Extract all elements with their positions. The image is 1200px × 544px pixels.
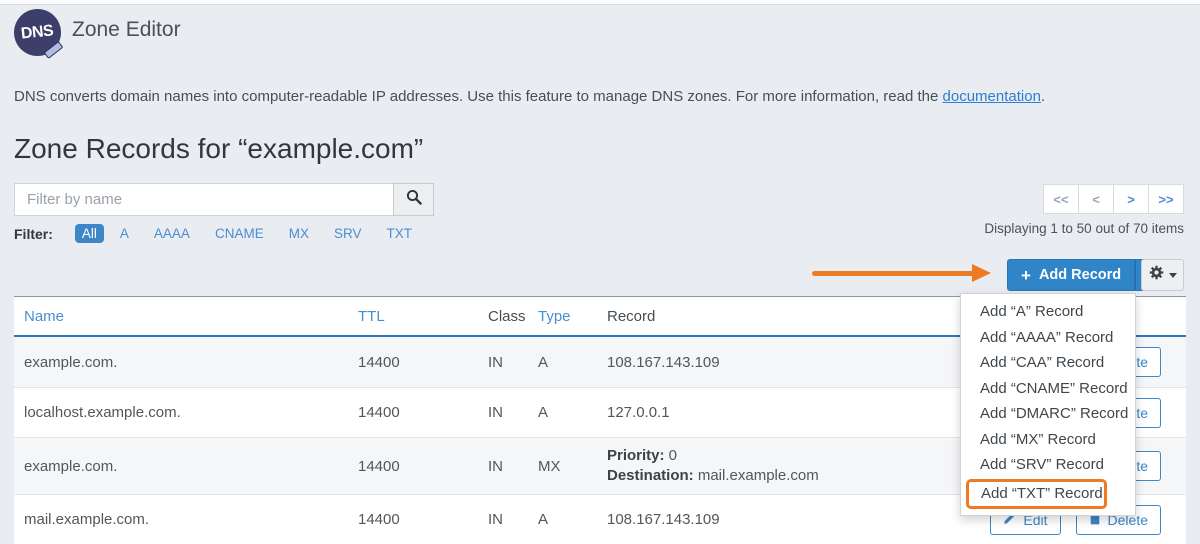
- column-header-name[interactable]: Name: [14, 308, 358, 325]
- record-destination-label: Destination:: [607, 467, 694, 484]
- intro-text: DNS converts domain names into computer-…: [14, 88, 1186, 105]
- top-strip: [0, 0, 1200, 5]
- magnifier-icon: [406, 189, 422, 210]
- menu-item-add-caa-record[interactable]: Add “CAA” Record: [961, 350, 1135, 376]
- dns-logo-icon: DNS: [14, 9, 61, 56]
- intro-suffix: .: [1041, 88, 1045, 105]
- column-header-class: Class: [488, 308, 538, 325]
- filter-by-name-input[interactable]: [14, 183, 393, 216]
- record-name: example.com.: [14, 354, 358, 371]
- documentation-link[interactable]: documentation: [943, 88, 1041, 105]
- search-button[interactable]: [393, 183, 434, 216]
- record-priority-label: Priority:: [607, 447, 665, 464]
- add-record-dropdown-menu: Add “A” Record Add “AAAA” Record Add “CA…: [960, 293, 1136, 516]
- menu-item-add-mx-record[interactable]: Add “MX” Record: [961, 427, 1135, 453]
- record-type: A: [538, 354, 607, 371]
- plus-icon: +: [1021, 267, 1031, 284]
- menu-item-add-cname-record[interactable]: Add “CNAME” Record: [961, 376, 1135, 402]
- zone-editor-page: DNS Zone Editor DNS converts domain name…: [0, 0, 1200, 544]
- app-title: Zone Editor: [72, 18, 181, 42]
- dns-logo-text: DNS: [21, 22, 55, 43]
- filter-aaaa-link[interactable]: AAAA: [154, 226, 190, 241]
- page-first-button[interactable]: <<: [1043, 184, 1079, 214]
- annotation-arrow: [812, 271, 975, 276]
- page-next-button[interactable]: >: [1113, 184, 1149, 214]
- add-record-button[interactable]: + Add Record: [1007, 259, 1135, 291]
- record-priority-value: 0: [665, 447, 678, 464]
- record-ttl: 14400: [358, 404, 488, 421]
- record-ttl: 14400: [358, 511, 488, 528]
- record-ttl: 14400: [358, 458, 488, 475]
- record-destination-value: mail.example.com: [694, 467, 819, 484]
- pagination: << < > >>: [1044, 184, 1184, 214]
- filter-srv-link[interactable]: SRV: [334, 226, 362, 241]
- record-class: IN: [488, 458, 538, 475]
- record-name: example.com.: [14, 458, 358, 475]
- filter-a-link[interactable]: A: [120, 226, 129, 241]
- menu-item-add-aaaa-record[interactable]: Add “AAAA” Record: [961, 325, 1135, 351]
- record-type: A: [538, 404, 607, 421]
- record-class: IN: [488, 404, 538, 421]
- menu-item-add-a-record[interactable]: Add “A” Record: [961, 299, 1135, 325]
- add-record-split-button: + Add Record: [1007, 259, 1162, 291]
- column-header-ttl[interactable]: TTL: [358, 308, 488, 325]
- record-class: IN: [488, 511, 538, 528]
- gear-icon: [1149, 265, 1164, 285]
- filter-cname-link[interactable]: CNAME: [215, 226, 264, 241]
- page-prev-button[interactable]: <: [1078, 184, 1114, 214]
- intro-body: DNS converts domain names into computer-…: [14, 88, 943, 105]
- record-name: mail.example.com.: [14, 511, 358, 528]
- filter-label: Filter:: [14, 226, 53, 242]
- filter-mx-link[interactable]: MX: [289, 226, 309, 241]
- record-name: localhost.example.com.: [14, 404, 358, 421]
- page-title: Zone Records for “example.com”: [14, 133, 423, 165]
- record-ttl: 14400: [358, 354, 488, 371]
- menu-item-add-dmarc-record[interactable]: Add “DMARC” Record: [961, 401, 1135, 427]
- record-class: IN: [488, 354, 538, 371]
- filter-row: Filter: All A AAAA CNAME MX SRV TXT: [14, 224, 437, 243]
- add-record-label: Add Record: [1039, 267, 1121, 283]
- annotation-arrow-head-icon: [972, 264, 991, 282]
- column-header-type[interactable]: Type: [538, 308, 607, 325]
- menu-item-add-txt-record[interactable]: Add “TXT” Record: [966, 479, 1107, 509]
- pagination-status: Displaying 1 to 50 out of 70 items: [984, 221, 1184, 236]
- record-type: A: [538, 511, 607, 528]
- filter-txt-link[interactable]: TXT: [386, 226, 412, 241]
- page-last-button[interactable]: >>: [1148, 184, 1184, 214]
- pencil-icon: [44, 41, 64, 59]
- record-type: MX: [538, 458, 607, 475]
- filter-all-button[interactable]: All: [75, 224, 104, 243]
- menu-item-add-srv-record[interactable]: Add “SRV” Record: [961, 452, 1135, 478]
- settings-button[interactable]: [1141, 259, 1184, 291]
- chevron-down-icon: [1169, 273, 1177, 278]
